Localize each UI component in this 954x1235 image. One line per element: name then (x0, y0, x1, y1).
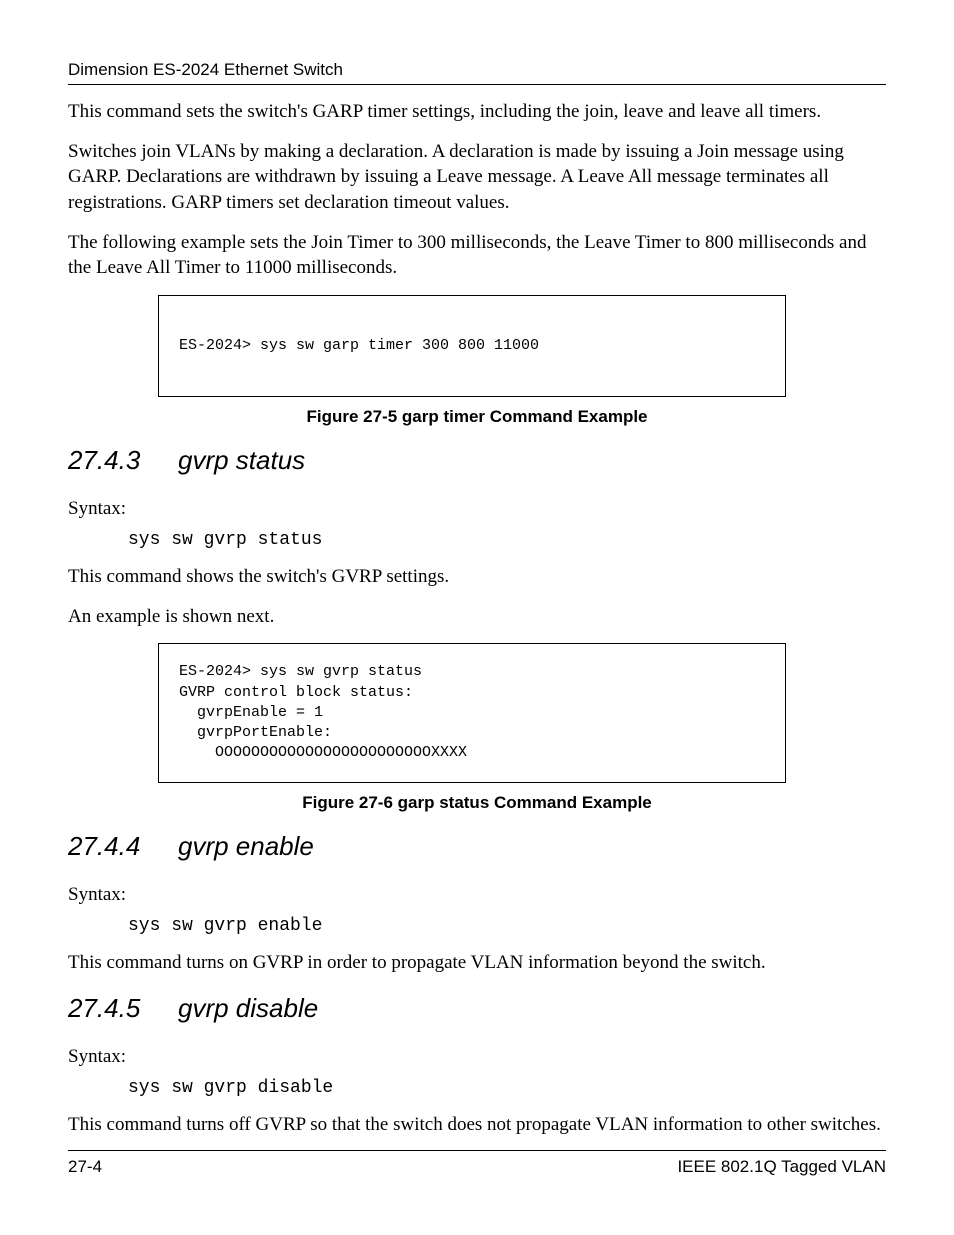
paragraph: This command turns on GVRP in order to p… (68, 950, 886, 976)
section-title: gvrp disable (178, 993, 318, 1023)
footer-chapter-title: IEEE 802.1Q Tagged VLAN (677, 1157, 886, 1177)
section-title: gvrp enable (178, 831, 314, 861)
figure-caption: Figure 27-5 garp timer Command Example (68, 407, 886, 427)
paragraph: Switches join VLANs by making a declarat… (68, 139, 886, 216)
syntax-command: sys sw gvrp enable (128, 916, 886, 936)
section-heading-27-4-4: 27.4.4gvrp enable (68, 831, 886, 862)
section-number: 27.4.4 (68, 831, 178, 862)
paragraph: This command turns off GVRP so that the … (68, 1112, 886, 1138)
paragraph: The following example sets the Join Time… (68, 230, 886, 281)
syntax-command: sys sw gvrp disable (128, 1078, 886, 1098)
page-footer: 27-4 IEEE 802.1Q Tagged VLAN (68, 1150, 886, 1177)
page: Dimension ES-2024 Ethernet Switch This c… (0, 0, 954, 1235)
code-example-garp-timer: ES-2024> sys sw garp timer 300 800 11000 (158, 295, 786, 397)
paragraph: An example is shown next. (68, 604, 886, 630)
syntax-label: Syntax: (68, 498, 886, 520)
syntax-label: Syntax: (68, 1046, 886, 1068)
code-example-gvrp-status: ES-2024> sys sw gvrp status GVRP control… (158, 643, 786, 782)
section-title: gvrp status (178, 445, 305, 475)
section-number: 27.4.3 (68, 445, 178, 476)
page-number: 27-4 (68, 1157, 102, 1177)
syntax-command: sys sw gvrp status (128, 530, 886, 550)
section-number: 27.4.5 (68, 993, 178, 1024)
running-header: Dimension ES-2024 Ethernet Switch (68, 60, 886, 85)
figure-caption: Figure 27-6 garp status Command Example (68, 793, 886, 813)
paragraph: This command shows the switch's GVRP set… (68, 564, 886, 590)
paragraph: This command sets the switch's GARP time… (68, 99, 886, 125)
section-heading-27-4-5: 27.4.5gvrp disable (68, 993, 886, 1024)
syntax-label: Syntax: (68, 884, 886, 906)
section-heading-27-4-3: 27.4.3gvrp status (68, 445, 886, 476)
